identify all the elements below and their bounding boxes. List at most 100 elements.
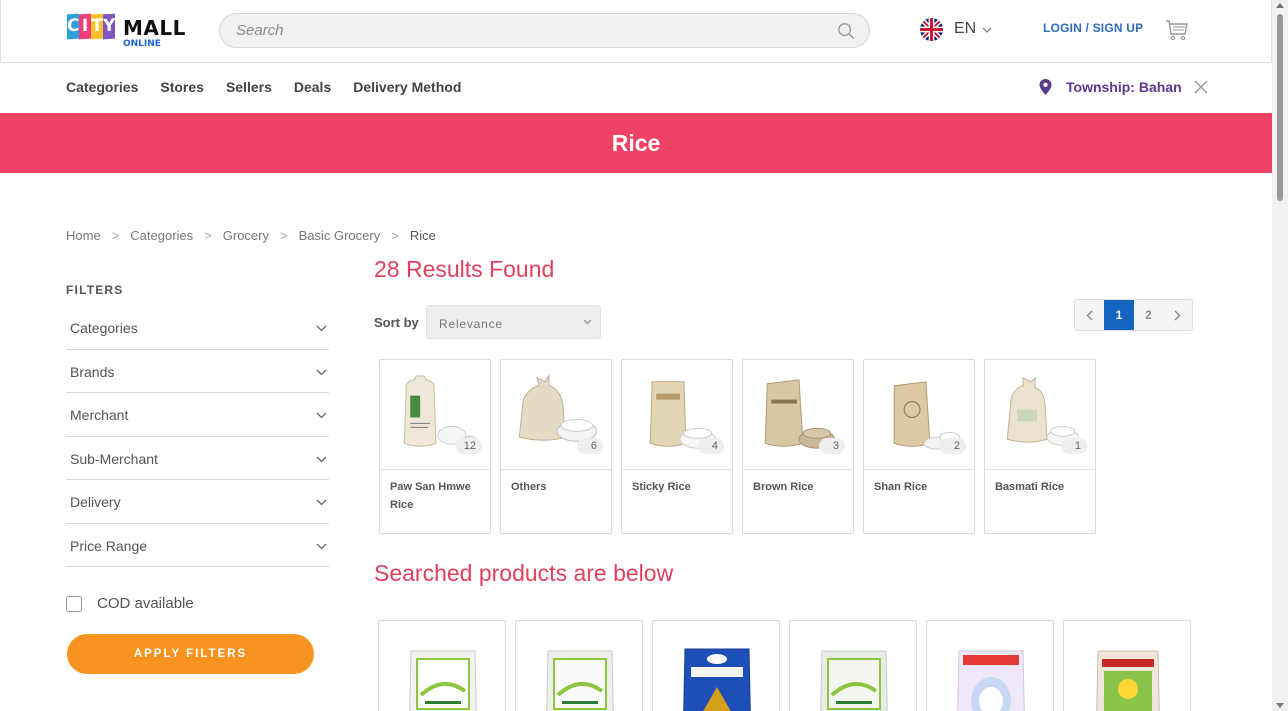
filter-label: Sub-Merchant xyxy=(70,450,158,467)
next-page-button[interactable] xyxy=(1163,300,1192,330)
rice-bag-image xyxy=(683,648,751,711)
township-label: Township: Bahan xyxy=(1066,79,1182,95)
subcategory-count: 6 xyxy=(577,438,603,454)
chevron-right-icon xyxy=(1174,310,1181,320)
subcategory-card[interactable]: 4 Sticky Rice xyxy=(621,359,733,534)
product-card[interactable] xyxy=(926,620,1054,711)
filter-categories[interactable]: Categories xyxy=(66,306,329,350)
scroll-down-arrow-icon[interactable] xyxy=(1276,703,1284,708)
scrollbar-thumb[interactable] xyxy=(1277,14,1283,201)
product-card[interactable] xyxy=(652,620,780,711)
breadcrumb-home[interactable]: Home xyxy=(66,228,101,243)
breadcrumb-separator: > xyxy=(391,228,399,243)
cart-icon[interactable] xyxy=(1165,18,1189,42)
subcategory-name: Brown Rice xyxy=(753,481,814,493)
subcategory-card[interactable]: 1 Basmati Rice xyxy=(984,359,1096,534)
search-icon[interactable] xyxy=(837,22,855,40)
language-label: EN xyxy=(954,20,977,37)
subcategory-card[interactable]: 12 Paw San Hmwe Rice xyxy=(379,359,491,534)
logo-letter: C xyxy=(67,13,79,40)
subcategory-count: 4 xyxy=(698,438,724,454)
breadcrumb-categories[interactable]: Categories xyxy=(130,228,193,243)
page-button-2[interactable]: 2 xyxy=(1134,300,1163,330)
subcategory-count: 3 xyxy=(819,438,845,454)
logo-letter: Y xyxy=(103,13,115,40)
main-nav: Categories Stores Sellers Deals Delivery… xyxy=(66,79,483,95)
product-card[interactable] xyxy=(378,620,506,711)
results-count: 28 Results Found xyxy=(374,256,555,282)
rice-bag-image xyxy=(820,650,888,711)
chevron-down-icon xyxy=(316,325,327,332)
product-card[interactable] xyxy=(789,620,917,711)
language-selector[interactable]: EN xyxy=(920,16,992,42)
product-card[interactable] xyxy=(1063,620,1191,711)
filter-price-range[interactable]: Price Range xyxy=(66,524,329,567)
nav-item-deals[interactable]: Deals xyxy=(294,79,331,95)
filter-sub-merchant[interactable]: Sub-Merchant xyxy=(66,437,329,480)
sort-select[interactable]: Relevance xyxy=(426,305,601,339)
breadcrumb-grocery[interactable]: Grocery xyxy=(223,228,269,243)
breadcrumb-current: Rice xyxy=(409,228,436,243)
filter-delivery[interactable]: Delivery xyxy=(66,480,329,524)
filter-brands[interactable]: Brands xyxy=(66,350,329,393)
chevron-down-icon xyxy=(316,543,327,549)
sort-label: Sort by xyxy=(374,315,419,330)
logo-letter: I xyxy=(79,13,91,40)
subcategory-count: 1 xyxy=(1061,438,1087,454)
citymall-logo[interactable]: C I T Y MALL ONLINE xyxy=(67,12,185,50)
product-grid xyxy=(378,620,1191,711)
filters-title: FILTERS xyxy=(66,283,124,297)
chevron-down-icon xyxy=(316,412,327,419)
page-scrollbar[interactable] xyxy=(1272,0,1288,711)
subcategory-name: Shan Rice xyxy=(874,481,928,493)
close-icon[interactable] xyxy=(1194,80,1208,94)
rice-bag-image xyxy=(546,650,614,711)
filter-label: Brands xyxy=(70,363,115,380)
page-title: Rice xyxy=(611,129,661,156)
nav-item-categories[interactable]: Categories xyxy=(66,79,138,95)
chevron-down-icon xyxy=(316,369,327,375)
chevron-left-icon xyxy=(1086,310,1093,320)
subcategory-name: Sticky Rice xyxy=(632,481,691,493)
login-signup-link[interactable]: LOGIN / SIGN UP xyxy=(1043,21,1143,35)
chevron-down-icon xyxy=(982,27,992,33)
chevron-down-icon xyxy=(316,499,327,506)
breadcrumb-separator: > xyxy=(111,228,120,243)
subcategory-card[interactable]: 2 Shan Rice xyxy=(863,359,975,534)
search-bar xyxy=(219,13,870,48)
scroll-up-arrow-icon[interactable] xyxy=(1276,3,1284,8)
nav-item-delivery-method[interactable]: Delivery Method xyxy=(353,79,461,95)
subcategory-name: Others xyxy=(511,481,547,493)
filter-merchant[interactable]: Merchant xyxy=(66,393,329,437)
search-input[interactable] xyxy=(236,14,826,47)
filter-label: Delivery xyxy=(70,494,121,510)
subcategory-card[interactable]: 3 Brown Rice xyxy=(742,359,854,534)
cod-label: COD available xyxy=(97,595,194,612)
rice-bag-image xyxy=(409,650,477,711)
subcategory-name: Basmati Rice xyxy=(995,481,1065,493)
products-heading: Searched products are below xyxy=(374,560,674,586)
filter-label: Price Range xyxy=(70,537,148,554)
breadcrumb-separator: > xyxy=(204,228,212,243)
nav-item-sellers[interactable]: Sellers xyxy=(226,79,272,95)
cod-filter: COD available xyxy=(66,595,194,612)
filter-label: Categories xyxy=(70,320,138,336)
subcategory-name: Paw San Hmwe Rice xyxy=(390,481,471,511)
apply-filters-button[interactable]: APPLY FILTERS xyxy=(67,634,314,674)
category-banner: Rice xyxy=(0,113,1272,173)
site-header: C I T Y MALL ONLINE EN LOGIN / SIGN UP xyxy=(0,0,1272,63)
location-pin-icon xyxy=(1039,79,1052,95)
subcategory-card[interactable]: 6 Others xyxy=(500,359,612,534)
logo-city-letters: C I T Y xyxy=(67,13,115,40)
breadcrumb: Home > Categories > Grocery > Basic Groc… xyxy=(66,228,436,243)
product-card[interactable] xyxy=(515,620,643,711)
page-button-1[interactable]: 1 xyxy=(1104,300,1134,330)
chevron-down-icon xyxy=(583,319,592,325)
nav-item-stores[interactable]: Stores xyxy=(160,79,204,95)
logo-mall-text: MALL xyxy=(123,16,186,40)
breadcrumb-basic-grocery[interactable]: Basic Grocery xyxy=(299,228,381,243)
cod-checkbox[interactable] xyxy=(66,595,82,612)
township-selector[interactable]: Township: Bahan xyxy=(1039,79,1208,95)
prev-page-button[interactable] xyxy=(1075,300,1104,330)
pagination: 1 2 xyxy=(1074,299,1193,331)
